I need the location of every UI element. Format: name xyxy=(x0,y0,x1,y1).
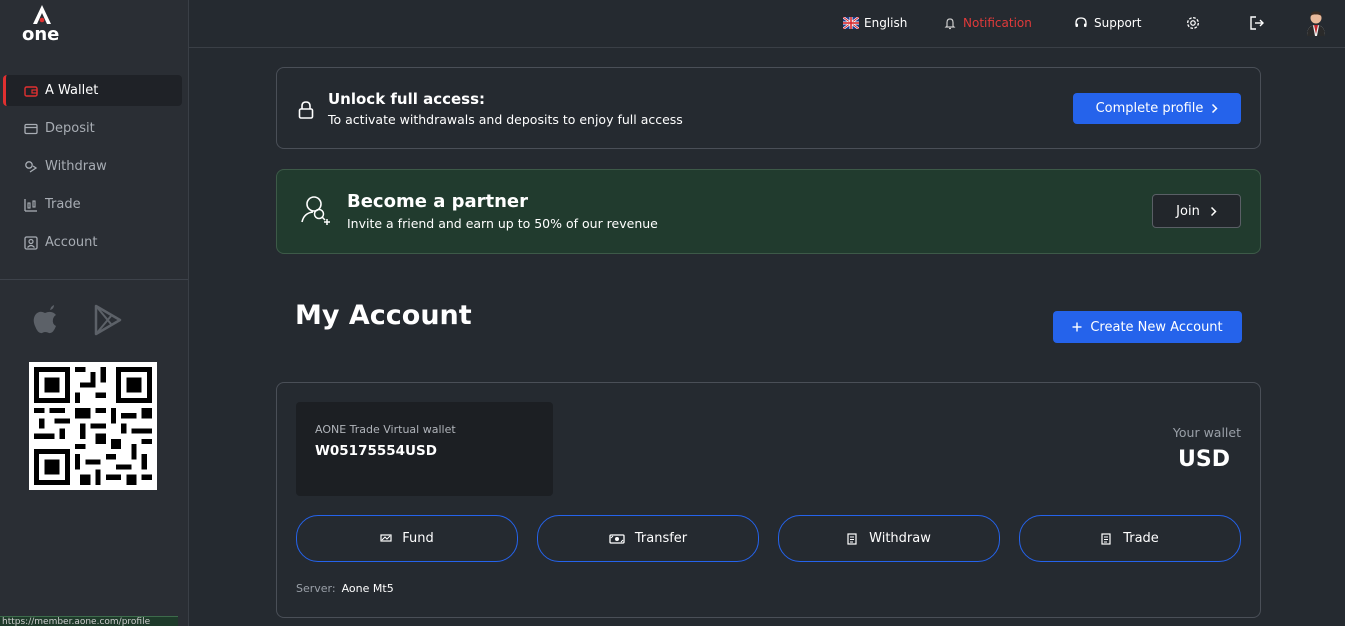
sidebar-item-label: Account xyxy=(45,235,98,250)
join-label: Join xyxy=(1176,203,1200,219)
avatar[interactable] xyxy=(1305,10,1327,36)
trade-doc-icon xyxy=(1101,532,1113,545)
server-info: Server: Aone Mt5 xyxy=(296,582,394,595)
uk-flag-icon xyxy=(843,15,859,31)
partner-card: Become a partner Invite a friend and ear… xyxy=(276,169,1261,254)
language-label: English xyxy=(864,16,908,30)
sidebar-item-label: Trade xyxy=(45,197,81,212)
notification-label: Notification xyxy=(963,16,1032,30)
wallet-card: AONE Trade Virtual wallet W05175554USD Y… xyxy=(276,382,1261,618)
fund-label: Fund xyxy=(402,531,434,546)
your-wallet-label: Your wallet xyxy=(1172,425,1241,440)
gear-icon xyxy=(1185,15,1201,31)
apple-icon[interactable] xyxy=(30,304,60,336)
account-icon xyxy=(23,235,39,251)
withdraw-icon xyxy=(23,159,39,175)
wallet-number: W05175554USD xyxy=(315,443,437,459)
unlock-access-card: Unlock full access: To activate withdraw… xyxy=(276,67,1261,149)
sidebar-item-trade[interactable]: Trade xyxy=(3,189,182,220)
sidebar-item-wallet[interactable]: A Wallet xyxy=(3,75,182,106)
google-play-icon[interactable] xyxy=(93,304,123,336)
server-label: Server: xyxy=(296,582,336,595)
headset-icon xyxy=(1073,15,1089,31)
transfer-label: Transfer xyxy=(634,531,688,546)
trade-label: Trade xyxy=(1123,531,1159,546)
wallet-info: AONE Trade Virtual wallet W05175554USD xyxy=(296,402,553,496)
language-selector[interactable]: English xyxy=(843,13,907,33)
create-account-label: Create New Account xyxy=(1090,319,1223,335)
page-title: My Account xyxy=(295,300,472,331)
withdraw-doc-icon xyxy=(847,532,859,545)
sidebar-nav: A Wallet Deposit Withdraw Trade Account xyxy=(3,75,182,265)
chart-icon xyxy=(23,197,39,213)
top-bar: English Notification Support xyxy=(189,0,1345,48)
join-button[interactable]: Join xyxy=(1152,194,1241,228)
fund-icon xyxy=(380,533,392,545)
sidebar-item-withdraw[interactable]: Withdraw xyxy=(3,151,182,182)
wallet-icon xyxy=(23,83,39,99)
qr-code xyxy=(29,362,157,490)
lock-icon xyxy=(298,101,314,119)
complete-profile-button[interactable]: Complete profile xyxy=(1073,93,1241,124)
server-value: Aone Mt5 xyxy=(341,582,394,595)
browser-status-url: https://member.aone.com/profile xyxy=(0,616,178,626)
unlock-title: Unlock full access: xyxy=(328,90,486,108)
sidebar: one A Wallet Deposit Withdraw Trade Acco… xyxy=(0,0,189,626)
wallet-currency: USD xyxy=(1178,447,1230,472)
fund-button[interactable]: Fund xyxy=(296,515,518,562)
create-account-button[interactable]: Create New Account xyxy=(1053,311,1242,343)
add-user-icon xyxy=(301,196,330,225)
sidebar-item-deposit[interactable]: Deposit xyxy=(3,113,182,144)
sidebar-divider xyxy=(0,279,188,280)
complete-profile-label: Complete profile xyxy=(1095,101,1204,116)
settings-button[interactable] xyxy=(1185,13,1206,33)
sidebar-item-label: Withdraw xyxy=(45,159,107,174)
withdraw-button[interactable]: Withdraw xyxy=(778,515,1000,562)
card-icon xyxy=(23,121,39,137)
sidebar-item-account[interactable]: Account xyxy=(3,227,182,258)
chevron-right-icon xyxy=(1211,103,1218,114)
partner-title: Become a partner xyxy=(347,191,529,212)
unlock-subtitle: To activate withdrawals and deposits to … xyxy=(328,112,683,127)
bell-icon xyxy=(942,15,958,31)
plus-icon xyxy=(1072,322,1082,332)
partner-subtitle: Invite a friend and earn up to 50% of ou… xyxy=(347,216,658,231)
sidebar-item-label: A Wallet xyxy=(45,83,99,98)
transfer-button[interactable]: Transfer xyxy=(537,515,759,562)
withdraw-label: Withdraw xyxy=(869,531,931,546)
trade-button[interactable]: Trade xyxy=(1019,515,1241,562)
sidebar-item-label: Deposit xyxy=(45,121,95,136)
support-label: Support xyxy=(1094,16,1142,30)
chevron-right-icon xyxy=(1210,206,1217,217)
logout-icon xyxy=(1249,15,1265,31)
logout-button[interactable] xyxy=(1249,13,1270,33)
notification-link[interactable]: Notification xyxy=(942,13,1032,33)
transfer-icon xyxy=(609,533,625,545)
logo-text: one xyxy=(22,24,60,45)
support-link[interactable]: Support xyxy=(1073,13,1141,33)
wallet-label: AONE Trade Virtual wallet xyxy=(315,423,456,436)
